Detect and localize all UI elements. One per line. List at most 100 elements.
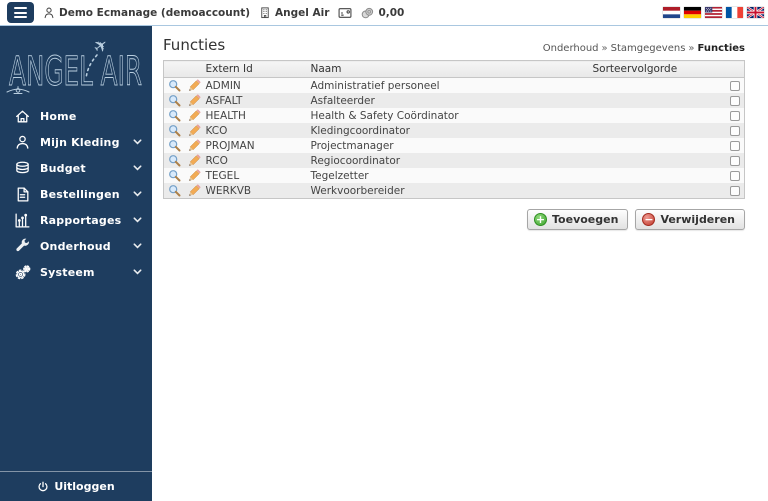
cell-extern-id: KCO — [205, 124, 228, 137]
language-flags — [663, 7, 768, 18]
row-edit-button[interactable] — [188, 109, 201, 122]
table-row: KCO Kledingcoordinator — [163, 123, 745, 138]
row-view-button[interactable] — [168, 124, 181, 137]
sidebar-item-label: Mijn Kleding — [40, 135, 120, 149]
row-view-button[interactable] — [168, 169, 181, 182]
sidebar-item-rapportages[interactable]: Rapportages — [0, 207, 152, 233]
sidebar-item-budget[interactable]: Budget — [0, 155, 152, 181]
sidebar-item-home[interactable]: Home — [0, 103, 152, 129]
chevron-down-icon — [133, 243, 142, 249]
cell-extern-id: WERKVB — [205, 184, 252, 197]
terminal-icon[interactable] — [338, 7, 352, 19]
header-checkbox-column — [718, 60, 745, 78]
row-edit-button[interactable] — [188, 139, 201, 152]
wrench-icon — [13, 238, 31, 255]
sidebar-item-mijn-kleding[interactable]: Mijn Kleding — [0, 129, 152, 155]
page-title: Functies — [163, 36, 226, 54]
row-checkbox[interactable] — [730, 95, 740, 106]
table-row: ADMIN Administratief personeel — [163, 77, 745, 93]
flag-united-kingdom-icon[interactable] — [747, 7, 764, 18]
cell-extern-id: RCO — [205, 154, 228, 167]
flag-france-icon[interactable] — [726, 7, 743, 18]
row-edit-button[interactable] — [188, 184, 201, 197]
cell-sorteervolgorde — [589, 183, 719, 199]
flag-germany-icon[interactable] — [684, 7, 701, 18]
row-checkbox[interactable] — [730, 125, 740, 136]
menu-toggle-button[interactable] — [7, 2, 34, 23]
minus-icon: − — [642, 213, 656, 226]
row-edit-button[interactable] — [188, 94, 201, 107]
sidebar-item-onderhoud[interactable]: Onderhoud — [0, 233, 152, 259]
flag-usa-icon[interactable] — [705, 7, 722, 18]
user-info[interactable]: Demo Ecmanage (demoaccount) — [43, 6, 250, 19]
balance-value: 0,00 — [378, 6, 405, 19]
sidebar-item-label: Rapportages — [40, 213, 122, 227]
verwijderen-button[interactable]: − Verwijderen — [635, 209, 745, 230]
row-checkbox[interactable] — [730, 155, 740, 166]
row-checkbox[interactable] — [730, 110, 740, 121]
button-label: Toevoegen — [552, 213, 619, 226]
table-row: WERKVB Werkvoorbereider — [163, 183, 745, 199]
svg-text:ANGEL AIR: ANGEL AIR — [9, 49, 142, 95]
row-edit-button[interactable] — [188, 124, 201, 137]
cell-extern-id: ASFALT — [205, 94, 243, 107]
cell-naam: Tegelzetter — [310, 169, 369, 182]
chevron-down-icon — [133, 217, 142, 223]
table-row: ASFALT Asfalteerder — [163, 93, 745, 108]
topbar: Demo Ecmanage (demoaccount) Angel Air 0,… — [0, 0, 768, 26]
breadcrumb-item-functies: Functies — [697, 43, 745, 54]
header-sorteervolgorde: Sorteervolgorde — [588, 60, 719, 78]
row-view-button[interactable] — [168, 109, 181, 122]
chevron-down-icon — [133, 191, 142, 197]
user-icon — [43, 6, 55, 19]
breadcrumb-item-onderhoud[interactable]: Onderhoud — [543, 43, 599, 54]
sidebar-nav: Home Mijn Kleding Budget Bestellingen Rappor… — [0, 103, 152, 285]
row-view-button[interactable] — [168, 184, 181, 197]
logout-label: Uitloggen — [54, 480, 115, 493]
cell-naam: Health & Safety Coördinator — [310, 109, 459, 122]
breadcrumb-separator: » — [688, 43, 695, 54]
company-info[interactable]: Angel Air — [259, 6, 329, 19]
main-content: Functies Onderhoud» Stamgegevens» Functies… — [152, 26, 768, 501]
row-checkbox[interactable] — [730, 140, 740, 151]
row-edit-button[interactable] — [188, 169, 201, 182]
sidebar-item-label: Systeem — [40, 265, 95, 279]
table-row: HEALTH Health & Safety Coördinator — [163, 108, 745, 123]
cell-naam: Regiocoordinator — [310, 154, 401, 167]
sidebar-item-label: Home — [40, 109, 77, 123]
row-view-button[interactable] — [168, 79, 181, 92]
sidebar-item-systeem[interactable]: Systeem — [0, 259, 152, 285]
home-icon — [13, 108, 31, 125]
breadcrumb-item-stamgegevens[interactable]: Stamgegevens — [611, 43, 686, 54]
chevron-down-icon — [133, 269, 142, 275]
functies-table: Extern Id Naam Sorteervolgorde ADMIN Admi… — [163, 60, 745, 199]
row-edit-button[interactable] — [188, 154, 201, 167]
toevoegen-button[interactable]: + Toevoegen — [527, 209, 629, 230]
flag-netherlands-icon[interactable] — [663, 7, 680, 18]
cell-naam: Werkvoorbereider — [310, 184, 405, 197]
company-label: Angel Air — [275, 6, 330, 19]
cell-naam: Asfalteerder — [310, 94, 375, 107]
user-label: Demo Ecmanage (demoaccount) — [59, 6, 251, 19]
table-header-row: Extern Id Naam Sorteervolgorde — [163, 60, 745, 78]
row-view-button[interactable] — [168, 94, 181, 107]
header-naam: Naam — [306, 60, 589, 78]
coins-icon — [13, 160, 31, 177]
row-view-button[interactable] — [168, 154, 181, 167]
row-edit-button[interactable] — [188, 79, 201, 92]
cell-sorteervolgorde — [589, 153, 719, 168]
sidebar-item-label: Onderhoud — [40, 239, 111, 253]
plus-icon: + — [534, 213, 548, 226]
row-checkbox[interactable] — [730, 185, 740, 196]
row-checkbox[interactable] — [730, 170, 740, 181]
cell-sorteervolgorde — [589, 108, 719, 123]
table-row: TEGEL Tegelzetter — [163, 168, 745, 183]
sidebar-item-bestellingen[interactable]: Bestellingen — [0, 181, 152, 207]
row-view-button[interactable] — [168, 139, 181, 152]
table-actions: + Toevoegen − Verwijderen — [163, 209, 745, 230]
row-checkbox[interactable] — [730, 80, 740, 91]
chevron-down-icon — [133, 139, 142, 145]
chevron-down-icon — [133, 165, 142, 171]
chart-icon — [13, 212, 31, 229]
logout-button[interactable]: Uitloggen — [0, 471, 152, 501]
